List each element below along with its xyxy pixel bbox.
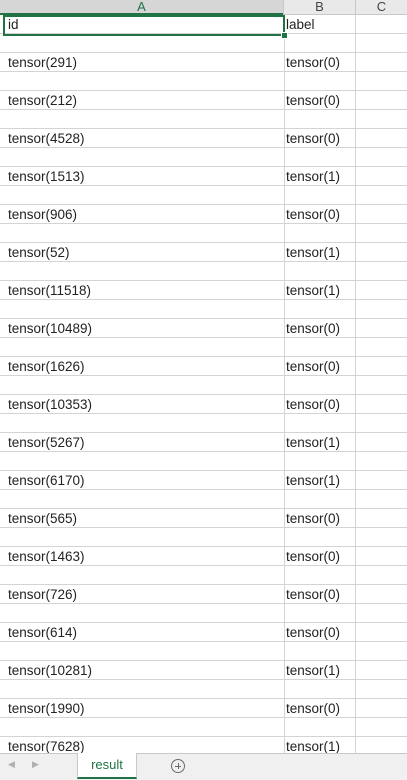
label-cell[interactable]: tensor(0) xyxy=(278,129,356,147)
scroll-tabs-right-icon[interactable]: ▶ xyxy=(32,759,39,770)
label-cell[interactable]: tensor(1) xyxy=(278,471,356,489)
add-sheet-icon[interactable] xyxy=(171,759,185,773)
table-row: tensor(6170) tensor(1) xyxy=(0,471,407,509)
id-cell[interactable]: tensor(726) xyxy=(0,585,284,603)
label-cell[interactable]: tensor(0) xyxy=(278,547,356,565)
scroll-tabs-left-icon[interactable]: ◀ xyxy=(8,759,15,770)
table-row: tensor(1513) tensor(1) xyxy=(0,167,407,205)
spreadsheet: A B C id label tensor(291) tensor(0) tenso… xyxy=(0,0,407,780)
table-row: tensor(1990) tensor(0) xyxy=(0,699,407,737)
id-cell[interactable]: tensor(11518) xyxy=(0,281,284,299)
cell-b1[interactable]: label xyxy=(278,15,356,33)
table-row: tensor(10489) tensor(0) xyxy=(0,319,407,357)
label-cell[interactable]: tensor(0) xyxy=(278,53,356,71)
sheet-tab-bar: ◀ ▶ result xyxy=(0,753,407,780)
id-cell[interactable]: tensor(1990) xyxy=(0,699,284,717)
table-row: tensor(10281) tensor(1) xyxy=(0,661,407,699)
column-header-row: A B C xyxy=(0,0,407,15)
label-cell[interactable]: tensor(0) xyxy=(278,205,356,223)
id-cell[interactable]: tensor(4528) xyxy=(0,129,284,147)
fill-handle[interactable] xyxy=(281,32,288,39)
table-row: tensor(212) tensor(0) xyxy=(0,91,407,129)
label-cell[interactable]: tensor(0) xyxy=(278,699,356,717)
table-row: tensor(565) tensor(0) xyxy=(0,509,407,547)
id-cell[interactable]: tensor(1463) xyxy=(0,547,284,565)
id-cell[interactable]: tensor(212) xyxy=(0,91,284,109)
cell-grid: id label tensor(291) tensor(0) tensor(212)… xyxy=(0,15,407,775)
table-row: tensor(10353) tensor(0) xyxy=(0,395,407,433)
id-cell[interactable]: tensor(5267) xyxy=(0,433,284,451)
id-cell[interactable]: tensor(6170) xyxy=(0,471,284,489)
column-header-c[interactable]: C xyxy=(356,0,407,14)
id-cell[interactable]: tensor(291) xyxy=(0,53,284,71)
table-row: tensor(1626) tensor(0) xyxy=(0,357,407,395)
active-cell-selection xyxy=(3,15,285,36)
label-cell[interactable]: tensor(0) xyxy=(278,623,356,641)
id-cell[interactable]: tensor(614) xyxy=(0,623,284,641)
label-cell[interactable]: tensor(0) xyxy=(278,395,356,413)
id-cell[interactable]: tensor(52) xyxy=(0,243,284,261)
id-cell[interactable]: tensor(10489) xyxy=(0,319,284,337)
table-row: tensor(906) tensor(0) xyxy=(0,205,407,243)
label-cell[interactable]: tensor(1) xyxy=(278,661,356,679)
id-cell[interactable]: tensor(1626) xyxy=(0,357,284,375)
table-row: tensor(52) tensor(1) xyxy=(0,243,407,281)
column-header-a[interactable]: A xyxy=(0,0,284,15)
id-cell[interactable]: tensor(565) xyxy=(0,509,284,527)
label-cell[interactable]: tensor(0) xyxy=(278,319,356,337)
table-row: tensor(614) tensor(0) xyxy=(0,623,407,661)
label-cell[interactable]: tensor(1) xyxy=(278,281,356,299)
id-cell[interactable]: tensor(10281) xyxy=(0,661,284,679)
table-row: tensor(1463) tensor(0) xyxy=(0,547,407,585)
table-row: tensor(726) tensor(0) xyxy=(0,585,407,623)
table-row: tensor(5267) tensor(1) xyxy=(0,433,407,471)
label-cell[interactable]: tensor(0) xyxy=(278,357,356,375)
label-cell[interactable]: tensor(0) xyxy=(278,509,356,527)
label-cell[interactable]: tensor(1) xyxy=(278,243,356,261)
column-header-b[interactable]: B xyxy=(284,0,356,14)
id-cell[interactable]: tensor(1513) xyxy=(0,167,284,185)
label-cell[interactable]: tensor(1) xyxy=(278,433,356,451)
sheet-tab-result[interactable]: result xyxy=(77,753,137,779)
table-row: tensor(4528) tensor(0) xyxy=(0,129,407,167)
id-cell[interactable]: tensor(10353) xyxy=(0,395,284,413)
label-cell[interactable]: tensor(0) xyxy=(278,91,356,109)
table-row: tensor(11518) tensor(1) xyxy=(0,281,407,319)
label-cell[interactable]: tensor(0) xyxy=(278,585,356,603)
id-cell[interactable]: tensor(906) xyxy=(0,205,284,223)
table-row: tensor(291) tensor(0) xyxy=(0,53,407,91)
label-cell[interactable]: tensor(1) xyxy=(278,167,356,185)
